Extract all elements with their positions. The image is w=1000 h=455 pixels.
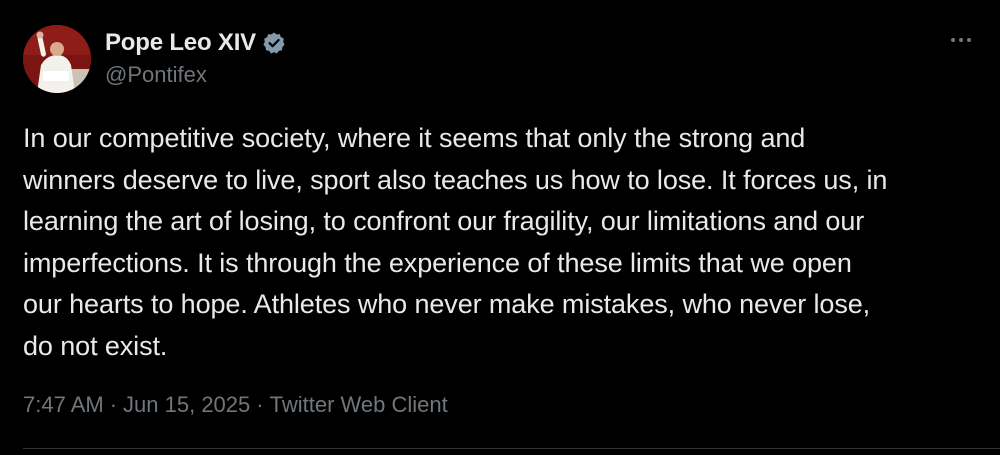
tweet-date[interactable]: Jun 15, 2025 — [123, 392, 250, 418]
more-dot — [951, 38, 955, 42]
verified-badge-icon[interactable] — [262, 31, 286, 55]
name-row: Pope Leo XIV — [105, 27, 286, 59]
tweet-card: Pope Leo XIV @Pontifex In our competitiv… — [0, 0, 1000, 455]
tweet-time[interactable]: 7:47 AM — [23, 392, 104, 418]
tweet-meta: 7:47 AM · Jun 15, 2025 · Twitter Web Cli… — [23, 392, 448, 418]
more-dot — [959, 38, 963, 42]
meta-separator: · — [109, 392, 118, 417]
author-handle[interactable]: @Pontifex — [105, 62, 207, 88]
avatar[interactable] — [23, 25, 91, 93]
divider — [23, 448, 1000, 449]
more-dot — [967, 38, 971, 42]
display-name[interactable]: Pope Leo XIV — [105, 29, 256, 57]
tweet-source[interactable]: Twitter Web Client — [270, 392, 448, 418]
more-options-icon[interactable] — [946, 30, 976, 50]
avatar-photo — [23, 25, 91, 93]
tweet-text: In our competitive society, where it see… — [23, 123, 888, 361]
meta-separator: · — [256, 392, 264, 417]
